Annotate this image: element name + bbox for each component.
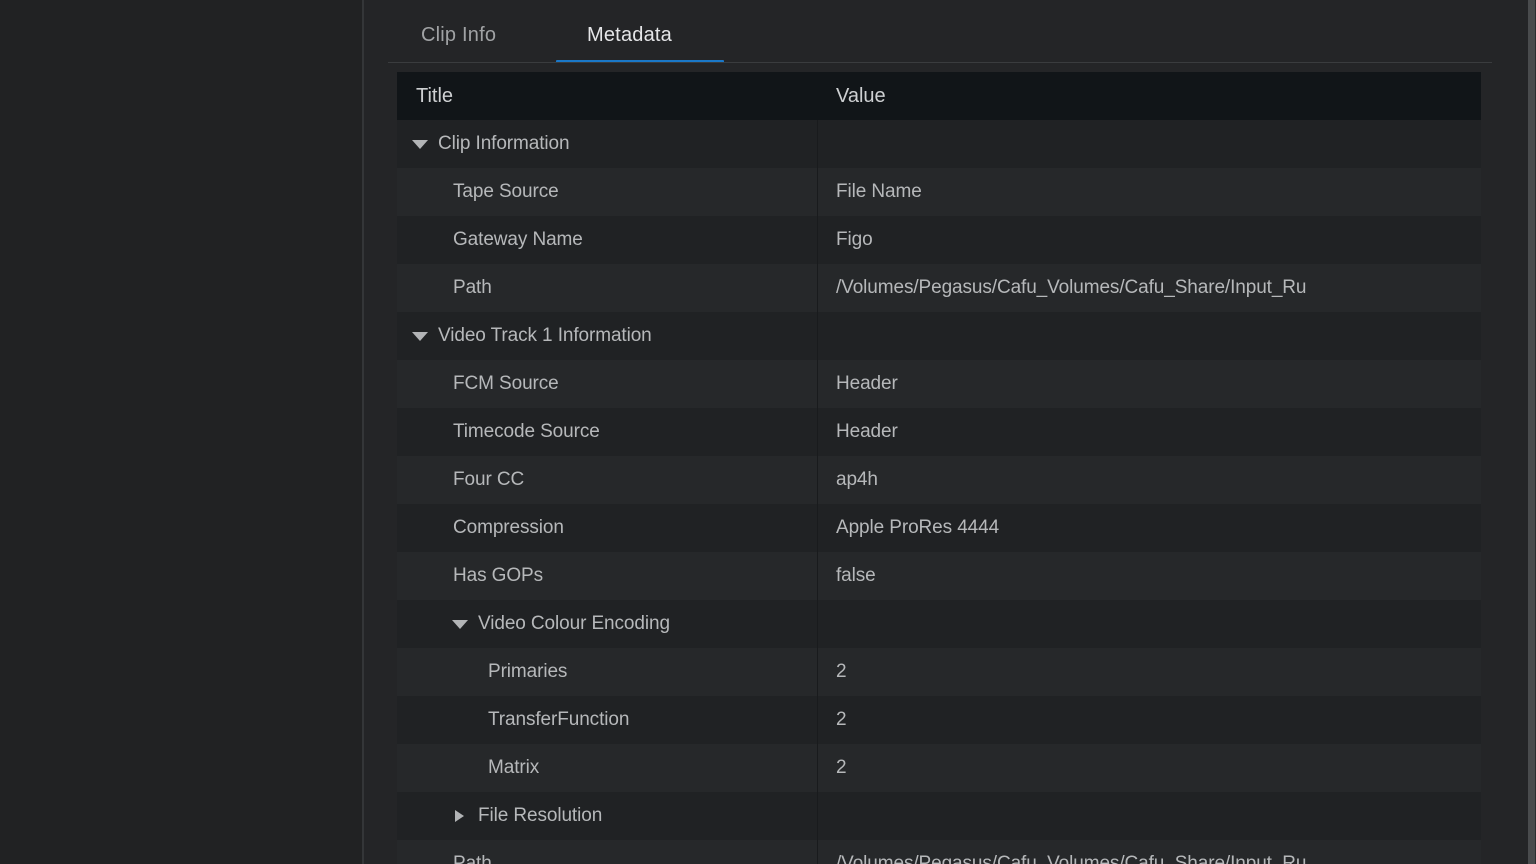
row-value: 2	[836, 709, 846, 731]
triangle-down-icon[interactable]	[411, 136, 428, 153]
table-row[interactable]: Gateway Name Figo	[397, 216, 1481, 264]
table-row[interactable]: Primaries 2	[397, 648, 1481, 696]
row-title: Has GOPs	[453, 565, 543, 587]
row-value: Figo	[836, 229, 873, 251]
tab-bar: Clip Info Metadata	[364, 0, 1536, 62]
row-value: ap4h	[836, 469, 878, 491]
row-title: Path	[453, 277, 492, 299]
table-row[interactable]: Matrix 2	[397, 744, 1481, 792]
table-header: Title Value	[397, 72, 1481, 120]
row-value: 2	[836, 661, 846, 683]
triangle-right-icon[interactable]	[451, 808, 468, 825]
row-title: Primaries	[488, 661, 567, 683]
row-value: 2	[836, 757, 846, 779]
tab-bar-divider	[388, 62, 1492, 63]
table-row[interactable]: Tape Source File Name	[397, 168, 1481, 216]
column-header-title[interactable]: Title	[397, 72, 817, 120]
table-row[interactable]: Compression Apple ProRes 4444	[397, 504, 1481, 552]
row-title: FCM Source	[453, 373, 559, 395]
tab-clip-info[interactable]: Clip Info	[421, 24, 496, 47]
table-body: Clip Information Tape Source File Name Gate…	[397, 120, 1481, 864]
table-row[interactable]: Has GOPs false	[397, 552, 1481, 600]
row-title: Path	[453, 853, 492, 864]
table-row[interactable]: Video Colour Encoding	[397, 600, 1481, 648]
row-title: Compression	[453, 517, 564, 539]
triangle-down-icon[interactable]	[451, 616, 468, 633]
row-value: File Name	[836, 181, 922, 203]
row-title: Four CC	[453, 469, 524, 491]
vertical-scrollbar[interactable]	[1528, 0, 1535, 864]
table-row[interactable]: Four CC ap4h	[397, 456, 1481, 504]
row-title: Clip Information	[438, 133, 569, 155]
row-title: File Resolution	[478, 805, 602, 827]
table-row[interactable]: Path/Volumes/Pegasus/Cafu_Volumes/Cafu_S…	[397, 840, 1481, 864]
triangle-glyph	[452, 620, 468, 629]
table-row[interactable]: Path/Volumes/Pegasus/Cafu_Volumes/Cafu_S…	[397, 264, 1481, 312]
table-row[interactable]: FCM Source Header	[397, 360, 1481, 408]
row-title: Video Track 1 Information	[438, 325, 652, 347]
triangle-glyph	[412, 140, 428, 149]
row-value: /Volumes/Pegasus/Cafu_Volumes/Cafu_Share…	[836, 853, 1306, 864]
row-title: Timecode Source	[453, 421, 600, 443]
metadata-table: Title Value Clip Information Tape Source F…	[397, 72, 1481, 864]
tab-metadata[interactable]: Metadata	[587, 24, 672, 47]
table-row[interactable]: Video Track 1 Information	[397, 312, 1481, 360]
row-value: false	[836, 565, 876, 587]
metadata-panel: Clip Info Metadata Title Value Clip Info…	[364, 0, 1536, 864]
table-row[interactable]: Timecode Source Header	[397, 408, 1481, 456]
row-title: TransferFunction	[488, 709, 629, 731]
row-title: Tape Source	[453, 181, 559, 203]
app-window: Clip Info Metadata Title Value Clip Info…	[0, 0, 1536, 864]
column-header-value[interactable]: Value	[817, 72, 1481, 120]
triangle-down-icon[interactable]	[411, 328, 428, 345]
row-title: Gateway Name	[453, 229, 583, 251]
row-title: Video Colour Encoding	[478, 613, 670, 635]
table-row[interactable]: TransferFunction 2	[397, 696, 1481, 744]
row-title: Matrix	[488, 757, 539, 779]
triangle-glyph	[412, 332, 428, 341]
row-value: Header	[836, 421, 898, 443]
row-value: /Volumes/Pegasus/Cafu_Volumes/Cafu_Share…	[836, 277, 1306, 299]
triangle-glyph	[455, 810, 464, 822]
table-row[interactable]: Clip Information	[397, 120, 1481, 168]
row-value: Header	[836, 373, 898, 395]
left-panel	[0, 0, 362, 864]
row-value: Apple ProRes 4444	[836, 517, 999, 539]
table-row[interactable]: File Resolution	[397, 792, 1481, 840]
